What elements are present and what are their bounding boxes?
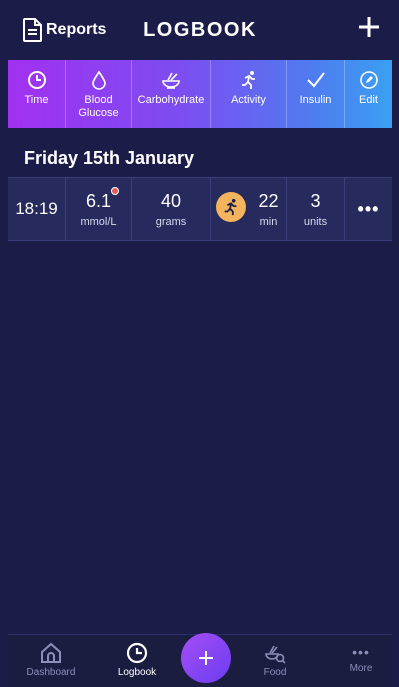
nav-logbook-label: Logbook — [117, 667, 157, 678]
logbook-entry-row[interactable]: 18:19 6.1 mmol/L 40 grams 22 min 3 units… — [8, 177, 392, 241]
page-title: LOGBOOK — [143, 19, 257, 41]
entry-activity-value: 22 — [258, 190, 279, 211]
entry-glucose-unit: mmol/L — [80, 215, 117, 228]
clock-icon — [126, 642, 148, 664]
entry-insulin-value: 3 — [310, 190, 321, 211]
column-carbohydrate[interactable]: Carbohydrate — [132, 60, 211, 128]
column-blood-glucose[interactable]: Blood Glucose — [66, 60, 132, 128]
home-icon — [41, 642, 61, 663]
column-time-label: Time — [24, 94, 49, 106]
plus-icon — [199, 651, 213, 665]
nav-more-label: More — [349, 663, 373, 674]
nav-food-label: Food — [263, 667, 287, 678]
entry-time: 18:19 — [15, 199, 58, 218]
check-icon — [306, 72, 325, 88]
nav-more[interactable]: ••• More — [326, 641, 396, 674]
entry-insulin-unit: units — [303, 215, 328, 228]
column-blood-glucose-label: Blood Glucose — [78, 94, 119, 119]
entry-glucose-cell[interactable]: 6.1 mmol/L — [66, 178, 132, 240]
column-activity[interactable]: Activity — [211, 60, 287, 128]
column-carbohydrate-label: Carbohydrate — [137, 94, 205, 106]
clock-icon — [27, 71, 46, 89]
running-icon — [224, 198, 237, 216]
quick-add-button[interactable] — [181, 633, 231, 683]
entry-glucose-value: 6.1 — [85, 190, 112, 211]
drop-icon — [91, 70, 106, 90]
column-edit[interactable]: Edit — [345, 60, 392, 128]
entry-carbs-cell[interactable]: 40 grams — [132, 178, 211, 240]
bowl-icon — [162, 72, 180, 89]
date-heading: Friday 15th January — [24, 148, 195, 168]
food-search-icon — [265, 645, 286, 664]
nav-dashboard-label: Dashboard — [26, 667, 76, 678]
pencil-icon — [359, 71, 378, 89]
entry-activity-cell[interactable]: 22 min — [211, 178, 287, 240]
column-insulin-label: Insulin — [299, 94, 332, 106]
entry-carbs-value: 40 — [160, 190, 182, 211]
column-insulin[interactable]: Insulin — [287, 60, 345, 128]
column-time[interactable]: Time — [8, 60, 66, 128]
entry-more-cell[interactable]: ••• — [345, 178, 392, 240]
running-icon — [241, 71, 255, 89]
app: Reports LOGBOOK Time Blood Glucose Carbo… — [8, 0, 392, 687]
add-entry-icon[interactable] — [356, 14, 382, 40]
column-header-bar: Time Blood Glucose Carbohydrate Activity… — [8, 60, 392, 128]
bottom-nav: Dashboard Logbook Food ••• More — [8, 633, 392, 687]
more-options-icon[interactable]: ••• — [358, 199, 380, 220]
column-activity-label: Activity — [231, 94, 266, 106]
header: Reports LOGBOOK — [8, 0, 392, 60]
glucose-indicator-dot — [111, 187, 119, 195]
more-dots-icon: ••• — [352, 644, 370, 660]
entry-insulin-cell[interactable]: 3 units — [287, 178, 345, 240]
nav-food[interactable]: Food — [240, 641, 310, 678]
nav-dashboard[interactable]: Dashboard — [16, 641, 86, 678]
entry-carbs-unit: grams — [155, 215, 187, 228]
entry-time-cell[interactable]: 18:19 — [8, 178, 66, 240]
activity-badge — [216, 192, 246, 222]
column-edit-label: Edit — [359, 94, 378, 106]
nav-logbook[interactable]: Logbook — [102, 641, 172, 678]
entry-activity-unit: min — [259, 215, 278, 228]
